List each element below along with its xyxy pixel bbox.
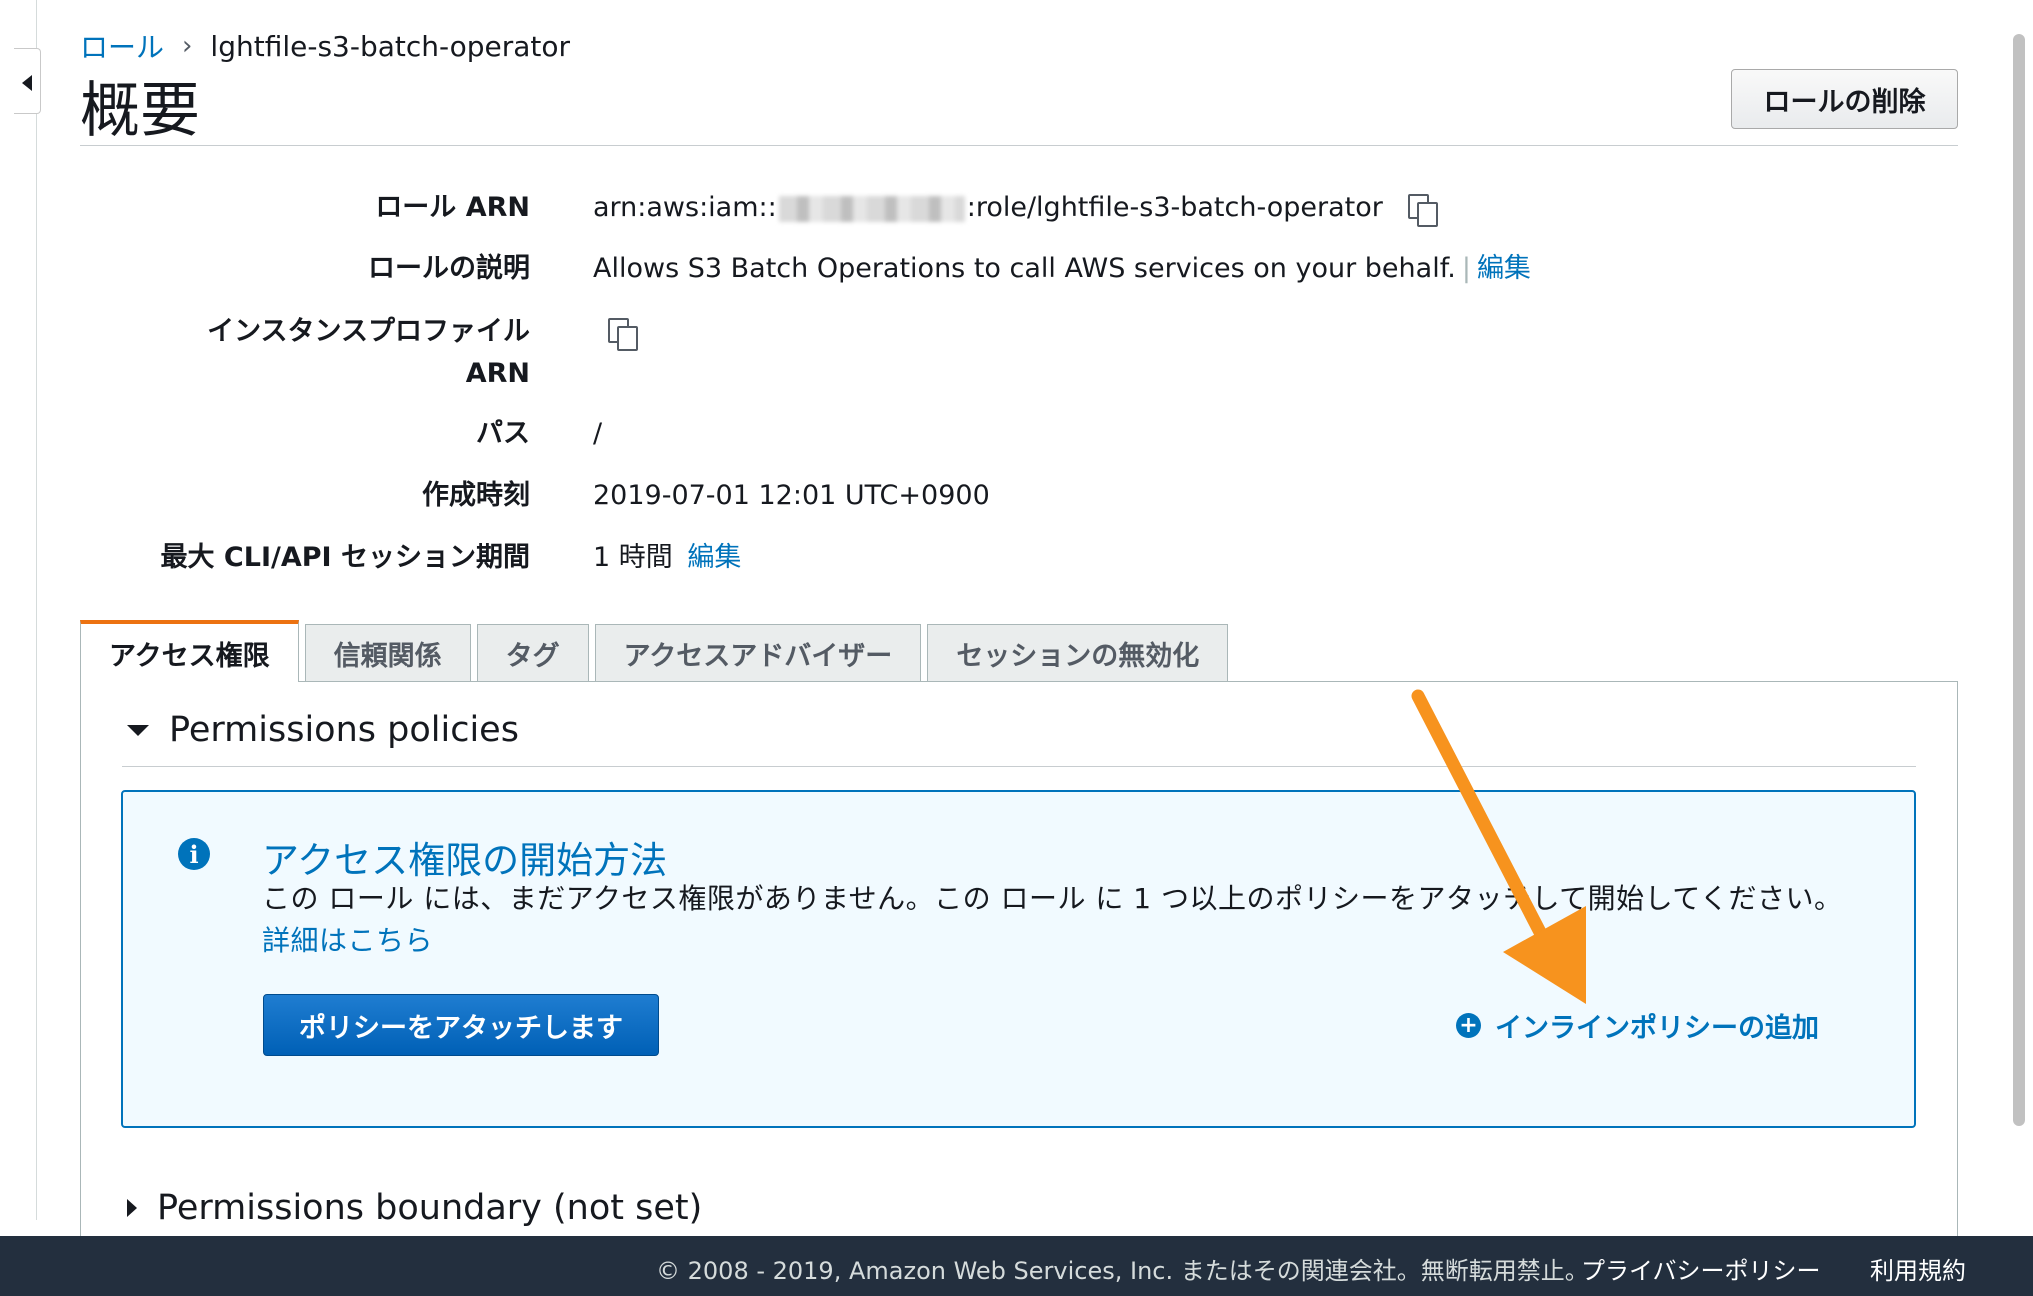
attach-policies-button[interactable]: ポリシーをアタッチします <box>263 994 659 1056</box>
scrollbar[interactable] <box>2013 34 2025 1126</box>
info-icon: i <box>178 838 210 870</box>
tab-access-advisor[interactable]: アクセスアドバイザー <box>594 624 922 682</box>
left-rail <box>36 0 37 1220</box>
permissions-boundary-toggle[interactable]: Permissions boundary (not set) <box>127 1188 702 1228</box>
account-id-redacted <box>778 195 965 222</box>
created-value: 2019-07-01 12:01 UTC+0900 <box>593 480 990 511</box>
description-label: ロールの説明 <box>368 253 530 284</box>
add-inline-policy-link[interactable]: + インラインポリシーの追加 <box>1456 1006 1819 1045</box>
info-title: アクセス権限の開始方法 <box>262 839 668 882</box>
arn-label: ロール ARN <box>375 192 530 223</box>
description-separator: | <box>1461 253 1471 284</box>
collapse-icon <box>22 75 32 91</box>
delete-role-button[interactable]: ロールの削除 <box>1731 69 1958 129</box>
caret-right-icon <box>127 1199 137 1217</box>
add-inline-policy-label: インラインポリシーの追加 <box>1495 1013 1819 1044</box>
copy-icon[interactable] <box>607 317 638 351</box>
instance-profile-label-line2: ARN <box>465 358 530 389</box>
footer-privacy-link[interactable]: プライバシーポリシー <box>1581 1251 1821 1286</box>
created-label: 作成時刻 <box>422 480 530 511</box>
tab-bar: アクセス権限 信頼関係 タグ アクセスアドバイザー セッションの無効化 <box>80 620 1229 682</box>
tab-revoke-sessions[interactable]: セッションの無効化 <box>927 624 1229 682</box>
session-label: 最大 CLI/API セッション期間 <box>160 542 530 573</box>
session-value-wrap: 1 時間 編集 <box>593 537 741 579</box>
breadcrumb-roles-link[interactable]: ロール <box>80 26 164 66</box>
tab-trust-relationships[interactable]: 信頼関係 <box>304 624 471 682</box>
learn-more-link[interactable]: 詳細はこちら <box>262 924 433 957</box>
breadcrumb-current: lghtfile-s3-batch-operator <box>210 29 571 63</box>
path-label: パス <box>476 418 530 449</box>
description-edit-link[interactable]: 編集 <box>1477 253 1531 284</box>
caret-down-icon <box>127 724 149 736</box>
instance-profile-label: インスタンスプロファイル ARN <box>110 311 530 395</box>
copy-icon[interactable] <box>1407 193 1439 227</box>
description-value-wrap: Allows S3 Batch Operations to call AWS s… <box>593 248 1531 290</box>
breadcrumb-separator: › <box>182 31 193 61</box>
path-value: / <box>593 418 603 449</box>
section-divider <box>122 766 1916 767</box>
footer-terms-link[interactable]: 利用規約 <box>1870 1251 1966 1286</box>
collapse-sidebar-button[interactable] <box>14 48 41 114</box>
permissions-boundary-title: Permissions boundary (not set) <box>157 1188 703 1228</box>
page-title: 概要 <box>80 76 200 146</box>
arn-suffix: :role/lghtfile-s3-batch-operator <box>966 192 1383 223</box>
instance-profile-label-line1: インスタンスプロファイル <box>207 316 530 347</box>
tab-tags[interactable]: タグ <box>476 624 589 682</box>
breadcrumb: ロール › lghtfile-s3-batch-operator <box>80 26 570 66</box>
description-value: Allows S3 Batch Operations to call AWS s… <box>593 253 1456 284</box>
session-value: 1 時間 <box>593 542 673 573</box>
info-body: この ロール には、まだアクセス権限がありません。この ロール に 1 つ以上の… <box>262 882 1843 915</box>
info-text: この ロール には、まだアクセス権限がありません。この ロール に 1 つ以上の… <box>262 878 1860 962</box>
session-edit-link[interactable]: 編集 <box>687 542 741 573</box>
footer-copyright: © 2008 - 2019, Amazon Web Services, Inc.… <box>656 1257 1589 1285</box>
arn-value: arn:aws:iam:::role/lghtfile-s3-batch-ope… <box>593 187 1439 229</box>
permissions-policies-toggle[interactable]: Permissions policies <box>127 710 519 750</box>
plus-circle-icon: + <box>1456 1013 1481 1038</box>
permissions-policies-title: Permissions policies <box>169 710 519 750</box>
instance-profile-value <box>607 311 638 353</box>
footer: © 2008 - 2019, Amazon Web Services, Inc.… <box>0 1236 2033 1296</box>
tab-permissions[interactable]: アクセス権限 <box>80 620 299 682</box>
arn-prefix: arn:aws:iam:: <box>593 192 777 223</box>
title-divider <box>80 145 1958 146</box>
